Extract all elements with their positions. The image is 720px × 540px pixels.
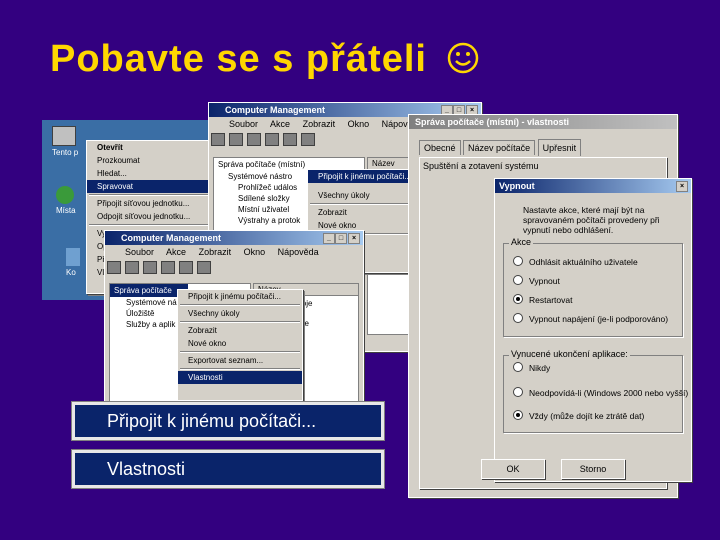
- cancel-button[interactable]: Storno: [561, 459, 625, 479]
- menu-item-all-tasks[interactable]: Všechny úkoly: [178, 307, 302, 320]
- maximize-icon[interactable]: □: [335, 233, 347, 244]
- menu-view[interactable]: Zobrazit: [199, 247, 232, 257]
- menu-item-connect[interactable]: Připojit k jinému počítači...: [178, 290, 302, 303]
- menu-action[interactable]: Akce: [270, 119, 290, 129]
- my-computer-icon: [52, 126, 76, 146]
- recycle-bin-icon: [66, 248, 80, 266]
- window-title-bar: Computer Management _ □ ×: [105, 231, 363, 245]
- radio-button: [513, 362, 523, 372]
- tab-general[interactable]: Obecné: [419, 140, 461, 155]
- menu-separator: [180, 351, 300, 353]
- dialog-description: Nastavte akce, které mají být na spravov…: [523, 205, 660, 235]
- radio-button-checked: [513, 410, 523, 420]
- menu-item-view[interactable]: Zobrazit: [178, 324, 302, 337]
- forward-icon[interactable]: [125, 261, 139, 274]
- close-icon[interactable]: ×: [348, 233, 360, 244]
- menu-separator: [180, 368, 300, 370]
- zoom-properties-item[interactable]: Vlastnosti: [71, 449, 385, 489]
- menu-help[interactable]: Nápověda: [278, 247, 319, 257]
- dialog-title-bar: Vypnout ×: [495, 179, 691, 193]
- menu-window[interactable]: Okno: [244, 247, 266, 257]
- menu-item-export[interactable]: Exportovat seznam...: [178, 354, 302, 367]
- dialog-title-bar: Správa počítače (místní) - vlastnosti: [409, 115, 677, 129]
- radio-button: [513, 256, 523, 266]
- radio-button-checked: [513, 294, 523, 304]
- menu-separator: [180, 321, 300, 323]
- properties-icon[interactable]: [161, 261, 175, 274]
- properties-icon[interactable]: [265, 133, 279, 146]
- ok-button[interactable]: OK: [481, 459, 545, 479]
- close-icon[interactable]: ×: [676, 181, 688, 192]
- back-icon[interactable]: [211, 133, 225, 146]
- menu-item-all-tasks[interactable]: Všechny úkoly: [308, 189, 416, 202]
- menu-separator: [180, 304, 300, 306]
- refresh-icon[interactable]: [179, 261, 193, 274]
- radio-always[interactable]: Vždy (může dojít ke ztrátě dat): [513, 407, 688, 426]
- actions-radio-list: Odhlásit aktuálního uživatele Vypnout Re…: [513, 253, 668, 329]
- menu-item-properties[interactable]: Vlastnosti: [178, 371, 302, 384]
- menu-item-connect[interactable]: Připojit k jinému počítači...: [308, 170, 416, 183]
- radio-button: [513, 387, 523, 397]
- radio-not-responding[interactable]: Neodpovídá-li (Windows 2000 nebo vyšší): [513, 384, 688, 403]
- radio-power-off[interactable]: Vypnout napájení (je-li podporováno): [513, 310, 668, 329]
- menu-bar: Soubor Akce Zobrazit Okno Nápověda: [105, 245, 363, 259]
- shutdown-dialog: Vypnout × Nastavte akce, které mají být …: [481, 178, 692, 482]
- desktop-icon-recycle-bin[interactable]: Ko: [66, 248, 80, 277]
- radio-never[interactable]: Nikdy: [513, 359, 688, 378]
- minimize-icon[interactable]: _: [323, 233, 335, 244]
- back-icon[interactable]: [107, 261, 121, 274]
- up-icon[interactable]: [247, 133, 261, 146]
- slide-title-text: Pobavte se s přáteli: [50, 38, 427, 80]
- forward-icon[interactable]: [229, 133, 243, 146]
- menu-item-view[interactable]: Zobrazit: [308, 206, 416, 219]
- computer-management-window-front: Computer Management _ □ × Soubor Akce Zo…: [104, 230, 364, 410]
- menu-item-new-window[interactable]: Nové okno: [178, 337, 302, 350]
- toolbar: [105, 259, 363, 275]
- actions-group-label: Akce: [509, 237, 534, 247]
- forced-radio-list: Nikdy Neodpovídá-li (Windows 2000 nebo v…: [513, 359, 688, 426]
- help-icon[interactable]: [301, 133, 315, 146]
- radio-shutdown[interactable]: Vypnout: [513, 272, 668, 291]
- desktop-icon-network-places[interactable]: Místa: [56, 186, 76, 215]
- forced-group-label: Vynucené ukončení aplikace:: [509, 349, 630, 359]
- menu-window[interactable]: Okno: [348, 119, 370, 129]
- radio-restart[interactable]: Restartovat: [513, 291, 668, 310]
- zoom-connect-item[interactable]: Připojit k jinému počítači...: [71, 401, 385, 441]
- network-places-icon: [56, 186, 74, 204]
- menu-file[interactable]: Soubor: [125, 247, 154, 257]
- slide-title: Pobavte se s přáteli: [50, 38, 479, 81]
- tab-strip: Obecné Název počítače Upřesnit: [419, 139, 582, 156]
- radio-logoff[interactable]: Odhlásit aktuálního uživatele: [513, 253, 668, 272]
- radio-button: [513, 313, 523, 323]
- smiley-face-icon: [447, 42, 478, 74]
- desktop-icon-my-computer[interactable]: Tento p: [52, 126, 78, 157]
- radio-button: [513, 275, 523, 285]
- section-label: Spuštění a zotavení systému: [423, 161, 539, 171]
- tab-computer-name[interactable]: Název počítače: [463, 140, 536, 155]
- refresh-icon[interactable]: [283, 133, 297, 146]
- up-icon[interactable]: [143, 261, 157, 274]
- help-icon[interactable]: [197, 261, 211, 274]
- menu-action[interactable]: Akce: [166, 247, 186, 257]
- menu-separator: [310, 203, 414, 205]
- menu-view[interactable]: Zobrazit: [303, 119, 336, 129]
- menu-file[interactable]: Soubor: [229, 119, 258, 129]
- tab-advanced[interactable]: Upřesnit: [537, 139, 582, 156]
- context-menu: Připojit k jinému počítači... Všechny úk…: [177, 289, 303, 401]
